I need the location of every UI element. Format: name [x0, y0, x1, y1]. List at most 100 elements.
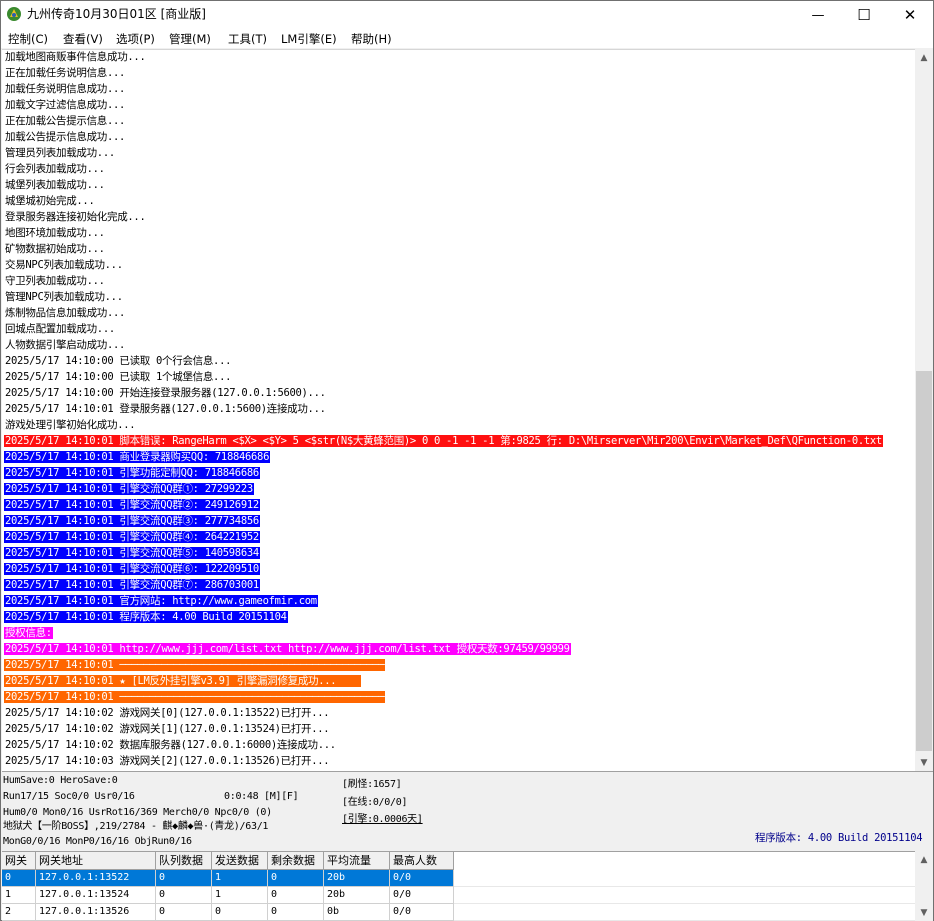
log-line: 行会列表加载成功... [4, 161, 106, 177]
log-line-text: 2025/5/17 14:10:01 引擎交流QQ群①: 27299223 [4, 483, 254, 495]
maximize-button[interactable]: ☐ [841, 1, 887, 29]
status-hum: Hum0/0 Mon0/16 UsrRot16/369 Merch0/0 Npc… [3, 807, 272, 818]
close-button[interactable]: ✕ [887, 1, 933, 29]
title-bar[interactable]: 九州传奇10月30日01区 [商业版] — ☐ ✕ [1, 1, 933, 29]
log-line-text: 城堡城初始完成... [5, 195, 95, 207]
log-line: 城堡列表加载成功... [4, 177, 106, 193]
log-line-text: 2025/5/17 14:10:00 已读取 1个城堡信息... [5, 371, 232, 383]
table-cell[interactable]: 127.0.0.1:13522 [36, 870, 156, 887]
menu-manage[interactable]: 管理(M) [169, 30, 211, 48]
log-line: 2025/5/17 14:10:01 ★ [LM反外挂引擎v3.9] 引擎漏洞修… [4, 673, 362, 689]
col-header-queue[interactable]: 队列数据 [156, 852, 212, 870]
status-mon: MonG0/0/16 MonP0/16/16 ObjRun0/16 [3, 836, 192, 847]
scroll-down-icon[interactable]: ▼ [915, 754, 933, 771]
table-cell[interactable]: 1 [212, 887, 268, 904]
log-line: 2025/5/17 14:10:01 引擎交流QQ群⑥: 122209510 [4, 561, 260, 577]
table-cell[interactable]: 0 [268, 887, 324, 904]
table-cell[interactable]: 0 [156, 904, 212, 921]
menu-control[interactable]: 控制(C) [8, 30, 48, 48]
log-line-text: 地图环境加载成功... [5, 227, 105, 239]
log-line: 加载公告提示信息成功... [4, 129, 126, 145]
log-line-text: 城堡列表加载成功... [5, 179, 105, 191]
table-row[interactable] [454, 870, 915, 887]
table-row[interactable] [454, 887, 915, 904]
log-line: 炼制物品信息加载成功... [4, 305, 126, 321]
table-row[interactable] [454, 904, 915, 921]
table-cell[interactable]: 20b [324, 887, 390, 904]
menu-lm-engine[interactable]: LM引擎(E) [281, 30, 337, 48]
table-cell[interactable]: 0 [2, 870, 36, 887]
grid-scroll-up-icon[interactable]: ▲ [915, 851, 933, 868]
minimize-button[interactable]: — [795, 1, 841, 29]
col-header-gate[interactable]: 网关 [2, 852, 36, 870]
log-line-text: 加载地图商贩事件信息成功... [5, 51, 146, 63]
log-line-text: 2025/5/17 14:10:02 游戏网关[0](127.0.0.1:135… [5, 707, 330, 719]
main-window: 九州传奇10月30日01区 [商业版] — ☐ ✕ 控制(C) 查看(V) 选项… [0, 0, 934, 921]
table-cell[interactable]: 0 [156, 870, 212, 887]
log-line: 游戏处理引擎初始化成功... [4, 417, 136, 433]
maximize-icon: ☐ [857, 6, 871, 24]
log-line: 2025/5/17 14:10:00 已读取 1个城堡信息... [4, 369, 232, 385]
table-cell[interactable]: 0 [268, 870, 324, 887]
log-line: 2025/5/17 14:10:01 官方网站: http://www.game… [4, 593, 318, 609]
table-cell[interactable]: 0 [212, 904, 268, 921]
log-line-text: 2025/5/17 14:10:01 http://www.jjj.com/li… [4, 643, 571, 655]
table-cell[interactable]: 0/0 [390, 870, 454, 887]
table-cell[interactable]: 1 [212, 870, 268, 887]
table-cell[interactable]: 0b [324, 904, 390, 921]
log-line-text: 2025/5/17 14:10:01 引擎交流QQ群⑤: 140598634 [4, 547, 260, 559]
col-header-avg-traffic[interactable]: 平均流量 [324, 852, 390, 870]
log-line-text: 游戏处理引擎初始化成功... [5, 419, 136, 431]
menu-tools[interactable]: 工具(T) [228, 30, 267, 48]
log-line-text: 2025/5/17 14:10:01 引擎交流QQ群②: 249126912 [4, 499, 260, 511]
log-line-text: 管理员列表加载成功... [5, 147, 115, 159]
close-icon: ✕ [903, 6, 917, 24]
log-line-text: 2025/5/17 14:10:01 引擎交流QQ群③: 277734856 [4, 515, 260, 527]
log-scrollbar[interactable]: ▲ ▼ [915, 49, 933, 771]
table-cell[interactable]: 127.0.0.1:13524 [36, 887, 156, 904]
table-cell[interactable]: 0 [156, 887, 212, 904]
scroll-thumb[interactable] [916, 371, 932, 751]
status-refresh: [刷怪:1657] [342, 779, 402, 790]
log-line-text: 行会列表加载成功... [5, 163, 105, 175]
menu-help[interactable]: 帮助(H) [351, 30, 392, 48]
menu-view[interactable]: 查看(V) [63, 30, 103, 48]
table-cell[interactable]: 0/0 [390, 887, 454, 904]
table-cell[interactable]: 0 [268, 904, 324, 921]
col-header-max-users[interactable]: 最高人数 [390, 852, 454, 870]
log-line-text: 守卫列表加载成功... [5, 275, 105, 287]
log-line: 守卫列表加载成功... [4, 273, 106, 289]
log-line: 2025/5/17 14:10:02 游戏网关[1](127.0.0.1:135… [4, 721, 330, 737]
log-line-text: 2025/5/17 14:10:01 ─────────────────────… [4, 691, 386, 703]
log-line: 人物数据引擎启动成功... [4, 337, 126, 353]
status-boss: 地狱犬【一阶BOSS】,219/2784 - 麒◆麟◆兽·(青龙)/63/1 [3, 821, 269, 832]
table-cell[interactable]: 20b [324, 870, 390, 887]
table-cell[interactable]: 0/0 [390, 904, 454, 921]
scroll-up-icon[interactable]: ▲ [915, 49, 933, 66]
col-header-remain[interactable]: 剩余数据 [268, 852, 324, 870]
log-line: 2025/5/17 14:10:01 引擎功能定制QQ: 718846686 [4, 465, 260, 481]
log-line-text: 正在加载任务说明信息... [5, 67, 126, 79]
menu-options[interactable]: 选项(P) [116, 30, 155, 48]
log-line-text: 交易NPC列表加载成功... [5, 259, 123, 271]
log-line: 登录服务器连接初始化完成... [4, 209, 146, 225]
table-cell[interactable]: 2 [2, 904, 36, 921]
status-hum-save: HumSave:0 HeroSave:0 [3, 775, 118, 786]
log-line: 2025/5/17 14:10:01 ─────────────────────… [4, 689, 386, 705]
log-line-text: 加载任务说明信息成功... [5, 83, 126, 95]
col-header-sent[interactable]: 发送数据 [212, 852, 268, 870]
log-line-text: 2025/5/17 14:10:01 ★ [LM反外挂引擎v3.9] 引擎漏洞修… [4, 675, 362, 687]
log-line: 2025/5/17 14:10:01 登录服务器(127.0.0.1:5600)… [4, 401, 327, 417]
col-header-address[interactable]: 网关地址 [36, 852, 156, 870]
log-line-text: 2025/5/17 14:10:01 引擎交流QQ群④: 264221952 [4, 531, 260, 543]
table-cell[interactable]: 127.0.0.1:13526 [36, 904, 156, 921]
gate-table-scrollbar[interactable]: ▲ ▼ [915, 851, 933, 921]
log-panel[interactable]: 加载地图商贩事件信息成功... 正在加载任务说明信息... 加载任务说明信息成功..… [2, 49, 915, 771]
table-cell[interactable]: 1 [2, 887, 36, 904]
log-line-text: 炼制物品信息加载成功... [5, 307, 126, 319]
log-line: 2025/5/17 14:10:01 引擎交流QQ群⑤: 140598634 [4, 545, 260, 561]
grid-scroll-down-icon[interactable]: ▼ [915, 904, 933, 921]
log-line-text: 2025/5/17 14:10:01 官方网站: http://www.game… [4, 595, 318, 607]
log-line-text: 授权信息: [4, 627, 53, 639]
status-online: [在线:0/0/0] [342, 797, 408, 808]
